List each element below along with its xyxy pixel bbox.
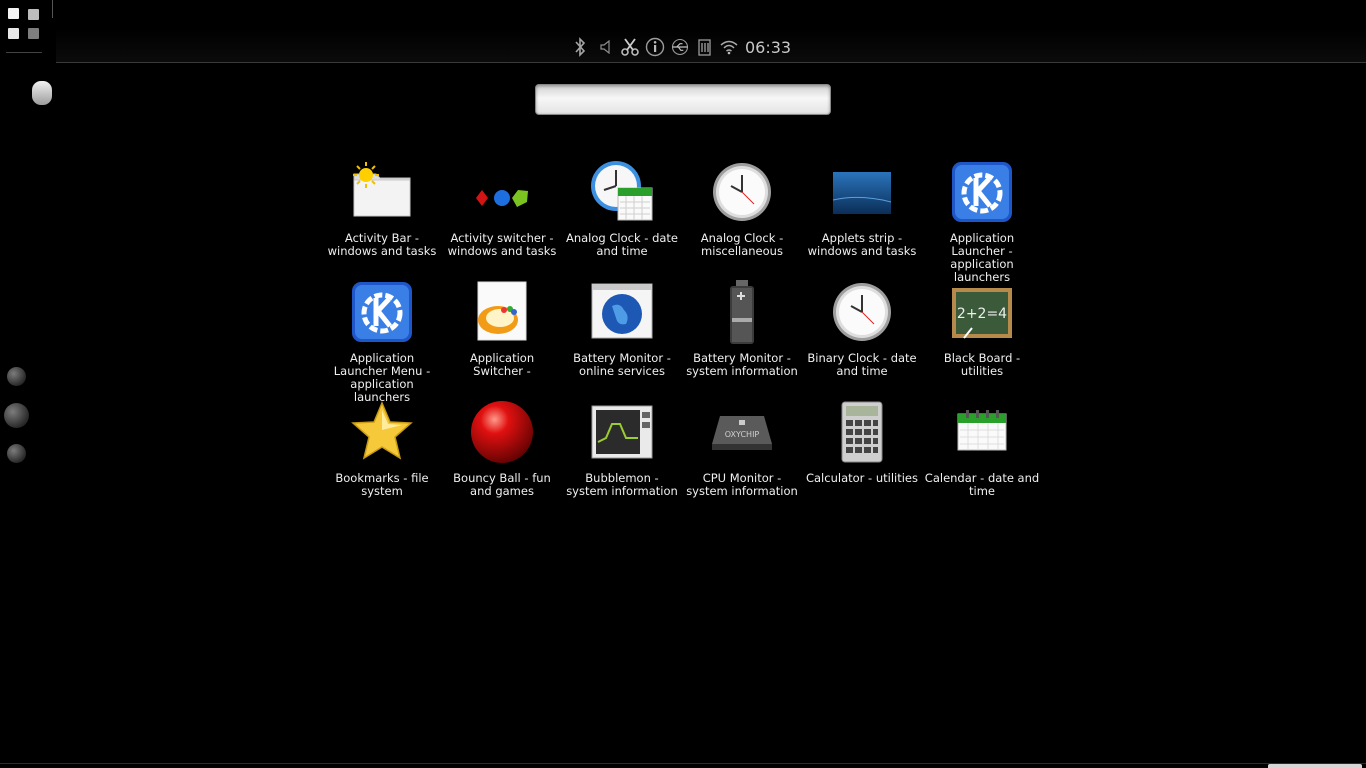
scissors-icon[interactable]: [620, 36, 640, 58]
info-icon[interactable]: [645, 36, 665, 58]
analog-clock-calendar-icon: [590, 160, 654, 224]
widget-item[interactable]: Activity switcher - windows and tasks: [442, 160, 562, 280]
widget-item[interactable]: Calendar - date and time: [922, 400, 1042, 520]
widget-label: CPU Monitor - system information: [686, 471, 798, 498]
analog-clock-icon: [830, 280, 894, 344]
bottom-panel-line: [0, 763, 1366, 764]
side-dot-small-bottom[interactable]: [7, 444, 26, 463]
wifi-icon[interactable]: [720, 36, 738, 58]
widget-item[interactable]: Bubblemon - system information: [562, 400, 682, 520]
widget-item[interactable]: Binary Clock - date and time: [802, 280, 922, 400]
widget-label: Bubblemon - system information: [566, 471, 678, 498]
activity-bar-icon: [350, 160, 414, 224]
activity-switcher-icon: [470, 160, 534, 224]
side-dot-small-top[interactable]: [7, 367, 26, 386]
applets-strip-icon: [830, 160, 894, 224]
desktop: 06:33 Activity Bar - windows and tasks A…: [0, 0, 1366, 768]
calendar-icon: [950, 400, 1014, 464]
svg-text:OXYCHIP: OXYCHIP: [725, 430, 760, 439]
widget-label: Calendar - date and time: [924, 471, 1040, 498]
divider: [6, 52, 42, 53]
widget-item[interactable]: Bouncy Ball - fun and games: [442, 400, 562, 520]
web-browser-icon: [590, 280, 654, 344]
svg-text:2+2=4: 2+2=4: [957, 306, 1007, 322]
battery-icon: [710, 280, 774, 344]
widget-label: Applets strip - windows and tasks: [807, 231, 917, 258]
widget-label: Battery Monitor - system information: [686, 351, 798, 378]
widget-grid: Activity Bar - windows and tasks Activit…: [322, 160, 1042, 520]
star-icon: [350, 400, 414, 464]
activity-menu-button[interactable]: [6, 6, 44, 42]
widget-search-input[interactable]: [535, 84, 831, 115]
widget-item[interactable]: 2+2=4 Black Board - utilities: [922, 280, 1042, 400]
widget-item[interactable]: Applets strip - windows and tasks: [802, 160, 922, 280]
widget-label: Battery Monitor - online services: [573, 351, 671, 378]
widget-label: Application Launcher Menu - application …: [333, 351, 431, 404]
widget-item[interactable]: Battery Monitor - online services: [562, 280, 682, 400]
kde-launcher-icon: [350, 280, 414, 344]
widget-item[interactable]: OXYCHIP CPU Monitor - system information: [682, 400, 802, 520]
widget-item[interactable]: Analog Clock - date and time: [562, 160, 682, 280]
calculator-icon: [830, 400, 894, 464]
widget-item[interactable]: Activity Bar - windows and tasks: [322, 160, 442, 280]
usb-icon[interactable]: [670, 36, 690, 58]
widget-label: Bouncy Ball - fun and games: [453, 471, 551, 498]
widget-label: Calculator - utilities: [805, 471, 918, 485]
widget-label: Activity switcher - windows and tasks: [447, 231, 557, 258]
widget-item[interactable]: Analog Clock - miscellaneous: [682, 160, 802, 280]
volume-icon[interactable]: [595, 36, 615, 58]
widget-item[interactable]: Calculator - utilities: [802, 400, 922, 520]
red-ball-icon: [470, 400, 534, 464]
widget-label: Analog Clock - miscellaneous: [700, 231, 784, 258]
app-switcher-icon: [470, 280, 534, 344]
widget-label: Bookmarks - file system: [335, 471, 429, 498]
panel-edge: [52, 0, 53, 18]
analog-clock-icon: [710, 160, 774, 224]
bottom-panel-tab[interactable]: [1268, 764, 1362, 768]
widget-item[interactable]: Application Switcher -: [442, 280, 562, 400]
bluetooth-icon[interactable]: [570, 36, 590, 58]
widget-item[interactable]: Application Launcher Menu - application …: [322, 280, 442, 404]
widget-label: Analog Clock - date and time: [565, 231, 679, 258]
widget-item[interactable]: Battery Monitor - system information: [682, 280, 802, 400]
widget-item[interactable]: Bookmarks - file system: [322, 400, 442, 520]
kde-launcher-icon: [950, 160, 1014, 224]
widget-label: Application Switcher -: [469, 351, 535, 378]
cpu-chip-icon: OXYCHIP: [710, 400, 774, 464]
system-monitor-icon: [590, 400, 654, 464]
widget-label: Activity Bar - windows and tasks: [327, 231, 437, 258]
clock[interactable]: 06:33: [745, 38, 791, 57]
widget-item[interactable]: Application Launcher - application launc…: [922, 160, 1042, 284]
widget-label: Binary Clock - date and time: [807, 351, 917, 378]
widget-label: Black Board - utilities: [943, 351, 1021, 378]
side-dot-large[interactable]: [4, 403, 29, 428]
side-panel-handle[interactable]: [32, 81, 52, 105]
system-tray: 06:33: [570, 34, 791, 60]
widget-label: Application Launcher - application launc…: [949, 231, 1015, 284]
battery-icon[interactable]: [695, 36, 715, 58]
blackboard-icon: 2+2=4: [950, 280, 1014, 344]
